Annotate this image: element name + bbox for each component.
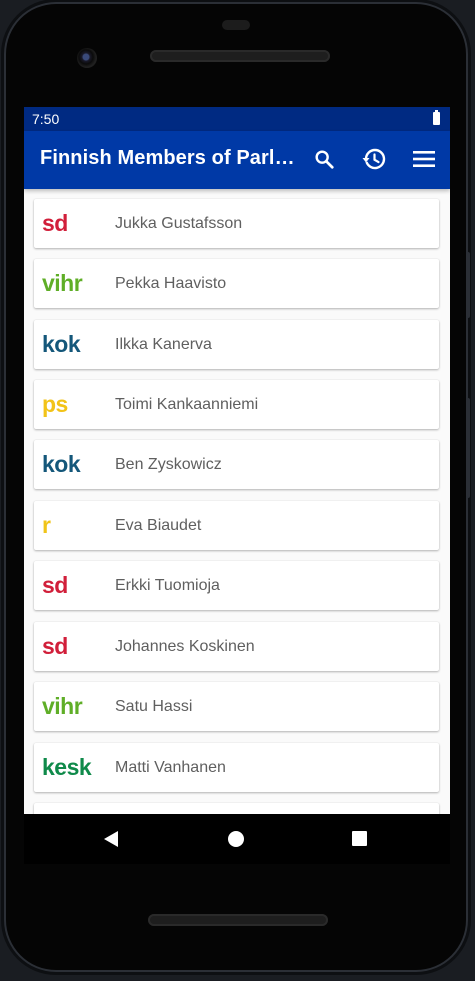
- status-bar: 7:50: [24, 107, 450, 131]
- list-item[interactable]: sd Johannes Koskinen: [34, 622, 439, 671]
- app-title: Finnish Members of Parliament: [40, 147, 298, 169]
- recents-icon[interactable]: [352, 831, 367, 846]
- list-item[interactable]: ps Toimi Kankaanniemi: [34, 380, 439, 429]
- home-icon[interactable]: [228, 831, 244, 847]
- party-label: vihr: [42, 270, 83, 296]
- party-label: sd: [42, 572, 68, 598]
- front-camera: [77, 48, 97, 68]
- status-time: 7:50: [32, 111, 60, 127]
- history-icon[interactable]: [359, 144, 389, 174]
- earpiece: [222, 20, 250, 30]
- system-nav-bar: [24, 814, 450, 864]
- party-label: kesk: [42, 754, 92, 780]
- list-item[interactable]: kok Ben Zyskowicz: [34, 440, 439, 489]
- power-button: [466, 252, 470, 318]
- member-name: Pekka Haavisto: [115, 275, 227, 292]
- list-item[interactable]: vihr Pekka Haavisto: [34, 259, 439, 308]
- member-name: Satu Hassi: [115, 698, 193, 715]
- member-name: Ilkka Kanerva: [115, 336, 212, 353]
- list-item[interactable]: r Eva Biaudet: [34, 501, 439, 550]
- list-item[interactable]: vihr Satu Hassi: [34, 682, 439, 731]
- member-name: Johannes Koskinen: [115, 638, 255, 655]
- bottom-speaker-grille: [148, 914, 328, 926]
- back-icon[interactable]: [104, 831, 118, 847]
- party-label: sd: [42, 210, 68, 236]
- member-name: Eva Biaudet: [115, 517, 202, 534]
- party-label: kok: [42, 451, 81, 477]
- party-label: vihr: [42, 693, 83, 719]
- search-icon[interactable]: [309, 144, 339, 174]
- member-name: Toimi Kankaanniemi: [115, 396, 259, 413]
- party-label: kok: [42, 331, 81, 357]
- party-label: r: [42, 512, 51, 538]
- list-item[interactable]: sd Jukka Gustafsson: [34, 199, 439, 248]
- party-label: ps: [42, 391, 68, 417]
- device-screen: 7:50 Finnish Members of Parliament: [24, 107, 450, 863]
- member-name: Ben Zyskowicz: [115, 456, 222, 473]
- party-label: sd: [42, 633, 68, 659]
- menu-icon[interactable]: [409, 144, 439, 174]
- battery-icon: [433, 110, 440, 125]
- top-speaker-grille: [150, 50, 330, 62]
- member-name: Jukka Gustafsson: [115, 215, 243, 232]
- member-name: Matti Vanhanen: [115, 759, 226, 776]
- volume-rocker: [466, 398, 470, 498]
- app-bar: Finnish Members of Parliament: [24, 131, 450, 189]
- member-name: Erkki Tuomioja: [115, 577, 220, 594]
- list-item[interactable]: kok Ilkka Kanerva: [34, 320, 439, 369]
- list-item[interactable]: kesk Matti Vanhanen: [34, 743, 439, 792]
- list-item[interactable]: sd Erkki Tuomioja: [34, 561, 439, 610]
